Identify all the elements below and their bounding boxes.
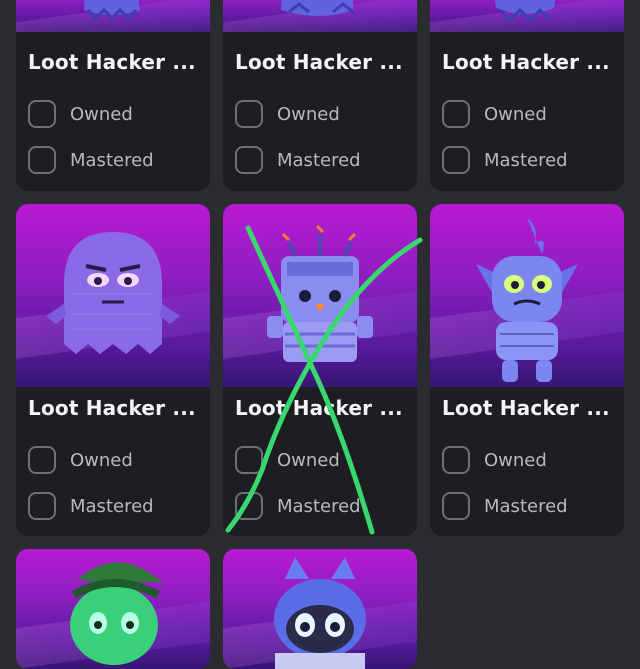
mastered-label: Mastered (484, 149, 568, 171)
skin-art (223, 204, 417, 387)
robot-character-icon (494, 0, 556, 23)
owned-checkbox-row[interactable]: Owned (28, 446, 133, 474)
skin-card[interactable]: Loot Hacker ... Owned Mastered (16, 204, 210, 536)
skin-art (430, 0, 624, 32)
skin-title: Loot Hacker ... (442, 50, 610, 74)
owned-checkbox-row[interactable]: Owned (442, 100, 547, 128)
skin-title: Loot Hacker ... (442, 396, 610, 420)
skin-title: Loot Hacker ... (28, 50, 196, 74)
green-blob-character-icon (70, 562, 164, 665)
skin-title: Loot Hacker ... (28, 396, 196, 420)
skin-card[interactable]: Loot Hacker ... Owned Mastered (430, 0, 624, 191)
owned-checkbox[interactable] (442, 100, 470, 128)
owned-label: Owned (484, 449, 547, 471)
mastered-label: Mastered (277, 495, 361, 517)
mastered-checkbox[interactable] (235, 146, 263, 174)
ghost-character-icon (46, 232, 180, 354)
mastered-checkbox-row[interactable]: Mastered (442, 492, 568, 520)
owned-label: Owned (70, 103, 133, 125)
mastered-checkbox-row[interactable]: Mastered (235, 146, 361, 174)
skin-card[interactable]: Loot Hacker ... Owned Mastered (223, 204, 417, 536)
skin-card[interactable]: Loot Hacker ... Owned Mastered (16, 0, 210, 191)
owned-checkbox[interactable] (28, 446, 56, 474)
blue-cat-character-icon (274, 557, 366, 669)
box-robot-character-icon (267, 224, 373, 362)
owned-label: Owned (277, 103, 340, 125)
owned-checkbox-row[interactable]: Owned (28, 100, 133, 128)
goblin-character-icon (476, 218, 578, 382)
owned-label: Owned (277, 449, 340, 471)
skin-card[interactable] (16, 549, 210, 669)
owned-label: Owned (70, 449, 133, 471)
mastered-checkbox[interactable] (235, 492, 263, 520)
mastered-label: Mastered (70, 495, 154, 517)
owned-checkbox[interactable] (235, 100, 263, 128)
mastered-label: Mastered (277, 149, 361, 171)
skin-card[interactable]: Loot Hacker ... Owned Mastered (223, 0, 417, 191)
skin-art (16, 0, 210, 32)
skin-art (223, 549, 417, 669)
skin-card[interactable] (223, 549, 417, 669)
mastered-checkbox-row[interactable]: Mastered (28, 146, 154, 174)
skin-card[interactable]: Loot Hacker ... Owned Mastered (430, 204, 624, 536)
skin-art (16, 549, 210, 669)
owned-checkbox[interactable] (235, 446, 263, 474)
robot-character-icon (281, 0, 354, 16)
robot-character-icon (84, 0, 140, 21)
owned-checkbox-row[interactable]: Owned (235, 446, 340, 474)
mastered-checkbox-row[interactable]: Mastered (442, 146, 568, 174)
owned-checkbox-row[interactable]: Owned (442, 446, 547, 474)
mastered-checkbox[interactable] (28, 492, 56, 520)
skin-art (430, 204, 624, 387)
skin-art (223, 0, 417, 32)
mastered-checkbox-row[interactable]: Mastered (28, 492, 154, 520)
mastered-checkbox[interactable] (442, 146, 470, 174)
skin-art (16, 204, 210, 387)
owned-checkbox[interactable] (28, 100, 56, 128)
owned-checkbox[interactable] (442, 446, 470, 474)
skin-title: Loot Hacker ... (235, 50, 403, 74)
mastered-label: Mastered (484, 495, 568, 517)
owned-checkbox-row[interactable]: Owned (235, 100, 340, 128)
mastered-checkbox[interactable] (442, 492, 470, 520)
mastered-checkbox[interactable] (28, 146, 56, 174)
mastered-checkbox-row[interactable]: Mastered (235, 492, 361, 520)
owned-label: Owned (484, 103, 547, 125)
skin-grid: Loot Hacker ... Owned Mastered Loot Hack… (0, 0, 640, 669)
skin-title: Loot Hacker ... (235, 396, 403, 420)
mastered-label: Mastered (70, 149, 154, 171)
